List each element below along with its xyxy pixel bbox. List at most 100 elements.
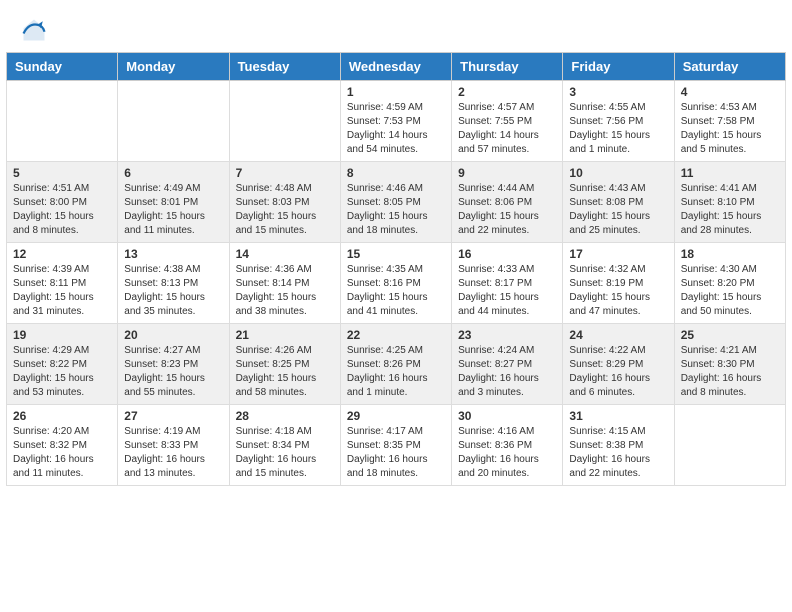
day-number: 21 (236, 328, 334, 342)
calendar-cell: 2 Sunrise: 4:57 AMSunset: 7:55 PMDaylight… (452, 81, 563, 162)
calendar-cell: 17 Sunrise: 4:32 AMSunset: 8:19 PMDayligh… (563, 243, 674, 324)
day-info: Sunrise: 4:19 AMSunset: 8:33 PMDaylight:… (124, 425, 222, 481)
week-row: 19Sunrise: 4:29 AMSunset: 8:22 PMDayligh… (7, 324, 786, 405)
day-number: 28 (236, 409, 334, 423)
day-info: Sunrise: 4:57 AMSunset: 7:55 PMDaylight:… (458, 101, 556, 157)
day-info: Sunrise: 4:36 AMSunset: 8:14 PMDaylight:… (236, 263, 334, 319)
day-number: 22 (347, 328, 445, 342)
day-info: Sunrise: 4:35 AMSunset: 8:16 PMDaylight:… (347, 263, 445, 319)
day-info: Sunrise: 4:33 AMSunset: 8:17 PMDaylight:… (458, 263, 556, 319)
calendar-cell (674, 405, 785, 486)
day-info: Sunrise: 4:55 AMSunset: 7:56 PMDaylight:… (569, 101, 667, 157)
day-info: Sunrise: 4:49 AMSunset: 8:01 PMDaylight:… (124, 182, 222, 238)
day-of-week-saturday: Saturday (674, 53, 785, 81)
calendar-cell: 21 Sunrise: 4:26 AMSunset: 8:25 PMDayligh… (229, 324, 340, 405)
calendar-table: SundayMondayTuesdayWednesdayThursdayFrid… (6, 52, 786, 486)
day-info: Sunrise: 4:22 AMSunset: 8:29 PMDaylight:… (569, 344, 667, 400)
calendar-cell: 11 Sunrise: 4:41 AMSunset: 8:10 PMDayligh… (674, 162, 785, 243)
day-number: 10 (569, 166, 667, 180)
calendar-cell: 13 Sunrise: 4:38 AMSunset: 8:13 PMDayligh… (118, 243, 229, 324)
day-number: 30 (458, 409, 556, 423)
day-number: 31 (569, 409, 667, 423)
day-number: 29 (347, 409, 445, 423)
day-info: Sunrise: 4:30 AMSunset: 8:20 PMDaylight:… (681, 263, 779, 319)
day-number: 7 (236, 166, 334, 180)
day-number: 14 (236, 247, 334, 261)
week-row: 1 Sunrise: 4:59 AMSunset: 7:53 PMDaylight… (7, 81, 786, 162)
day-info: Sunrise: 4:41 AMSunset: 8:10 PMDaylight:… (681, 182, 779, 238)
header-row: SundayMondayTuesdayWednesdayThursdayFrid… (7, 53, 786, 81)
day-number: 9 (458, 166, 556, 180)
day-number: 20 (124, 328, 222, 342)
calendar-cell: 4Sunrise: 4:53 AMSunset: 7:58 PMDaylight… (674, 81, 785, 162)
calendar-cell: 25 Sunrise: 4:21 AMSunset: 8:30 PMDayligh… (674, 324, 785, 405)
day-number: 17 (569, 247, 667, 261)
calendar-cell: 29Sunrise: 4:17 AMSunset: 8:35 PMDayligh… (340, 405, 451, 486)
day-of-week-tuesday: Tuesday (229, 53, 340, 81)
calendar-cell: 8 Sunrise: 4:46 AMSunset: 8:05 PMDaylight… (340, 162, 451, 243)
day-number: 23 (458, 328, 556, 342)
calendar-cell: 30 Sunrise: 4:16 AMSunset: 8:36 PMDayligh… (452, 405, 563, 486)
day-number: 8 (347, 166, 445, 180)
calendar-cell: 23 Sunrise: 4:24 AMSunset: 8:27 PMDayligh… (452, 324, 563, 405)
calendar-cell: 14 Sunrise: 4:36 AMSunset: 8:14 PMDayligh… (229, 243, 340, 324)
calendar-cell (7, 81, 118, 162)
calendar-cell: 26 Sunrise: 4:20 AMSunset: 8:32 PMDayligh… (7, 405, 118, 486)
day-number: 25 (681, 328, 779, 342)
calendar-cell: 19Sunrise: 4:29 AMSunset: 8:22 PMDayligh… (7, 324, 118, 405)
day-number: 5 (13, 166, 111, 180)
day-info: Sunrise: 4:18 AMSunset: 8:34 PMDaylight:… (236, 425, 334, 481)
day-of-week-thursday: Thursday (452, 53, 563, 81)
day-info: Sunrise: 4:20 AMSunset: 8:32 PMDaylight:… (13, 425, 111, 481)
calendar-cell: 5Sunrise: 4:51 AMSunset: 8:00 PMDaylight… (7, 162, 118, 243)
day-of-week-monday: Monday (118, 53, 229, 81)
day-info: Sunrise: 4:39 AMSunset: 8:11 PMDaylight:… (13, 263, 111, 319)
day-info: Sunrise: 4:26 AMSunset: 8:25 PMDaylight:… (236, 344, 334, 400)
header (0, 0, 792, 52)
calendar-cell: 9 Sunrise: 4:44 AMSunset: 8:06 PMDaylight… (452, 162, 563, 243)
day-number: 13 (124, 247, 222, 261)
calendar-cell: 10 Sunrise: 4:43 AMSunset: 8:08 PMDayligh… (563, 162, 674, 243)
day-number: 11 (681, 166, 779, 180)
day-info: Sunrise: 4:15 AMSunset: 8:38 PMDaylight:… (569, 425, 667, 481)
day-number: 26 (13, 409, 111, 423)
day-info: Sunrise: 4:27 AMSunset: 8:23 PMDaylight:… (124, 344, 222, 400)
day-number: 3 (569, 85, 667, 99)
calendar-cell: 3 Sunrise: 4:55 AMSunset: 7:56 PMDaylight… (563, 81, 674, 162)
calendar-cell: 20 Sunrise: 4:27 AMSunset: 8:23 PMDayligh… (118, 324, 229, 405)
calendar-cell: 31 Sunrise: 4:15 AMSunset: 8:38 PMDayligh… (563, 405, 674, 486)
logo-icon (20, 16, 48, 44)
day-number: 24 (569, 328, 667, 342)
day-number: 16 (458, 247, 556, 261)
day-number: 2 (458, 85, 556, 99)
day-info: Sunrise: 4:24 AMSunset: 8:27 PMDaylight:… (458, 344, 556, 400)
day-of-week-friday: Friday (563, 53, 674, 81)
calendar-cell (118, 81, 229, 162)
day-info: Sunrise: 4:53 AMSunset: 7:58 PMDaylight:… (681, 101, 779, 157)
day-number: 27 (124, 409, 222, 423)
day-info: Sunrise: 4:16 AMSunset: 8:36 PMDaylight:… (458, 425, 556, 481)
calendar-cell: 22Sunrise: 4:25 AMSunset: 8:26 PMDayligh… (340, 324, 451, 405)
day-info: Sunrise: 4:21 AMSunset: 8:30 PMDaylight:… (681, 344, 779, 400)
day-info: Sunrise: 4:43 AMSunset: 8:08 PMDaylight:… (569, 182, 667, 238)
day-of-week-sunday: Sunday (7, 53, 118, 81)
calendar-cell: 6 Sunrise: 4:49 AMSunset: 8:01 PMDaylight… (118, 162, 229, 243)
calendar-wrapper: SundayMondayTuesdayWednesdayThursdayFrid… (0, 52, 792, 494)
day-info: Sunrise: 4:59 AMSunset: 7:53 PMDaylight:… (347, 101, 445, 157)
calendar-cell: 16 Sunrise: 4:33 AMSunset: 8:17 PMDayligh… (452, 243, 563, 324)
week-row: 5Sunrise: 4:51 AMSunset: 8:00 PMDaylight… (7, 162, 786, 243)
day-info: Sunrise: 4:38 AMSunset: 8:13 PMDaylight:… (124, 263, 222, 319)
day-info: Sunrise: 4:44 AMSunset: 8:06 PMDaylight:… (458, 182, 556, 238)
day-number: 18 (681, 247, 779, 261)
day-info: Sunrise: 4:32 AMSunset: 8:19 PMDaylight:… (569, 263, 667, 319)
logo (20, 16, 52, 44)
day-info: Sunrise: 4:46 AMSunset: 8:05 PMDaylight:… (347, 182, 445, 238)
calendar-cell: 18 Sunrise: 4:30 AMSunset: 8:20 PMDayligh… (674, 243, 785, 324)
calendar-cell: 12Sunrise: 4:39 AMSunset: 8:11 PMDayligh… (7, 243, 118, 324)
calendar-cell: 15Sunrise: 4:35 AMSunset: 8:16 PMDayligh… (340, 243, 451, 324)
calendar-cell: 7Sunrise: 4:48 AMSunset: 8:03 PMDaylight… (229, 162, 340, 243)
day-number: 6 (124, 166, 222, 180)
day-number: 1 (347, 85, 445, 99)
day-of-week-wednesday: Wednesday (340, 53, 451, 81)
week-row: 26 Sunrise: 4:20 AMSunset: 8:32 PMDayligh… (7, 405, 786, 486)
